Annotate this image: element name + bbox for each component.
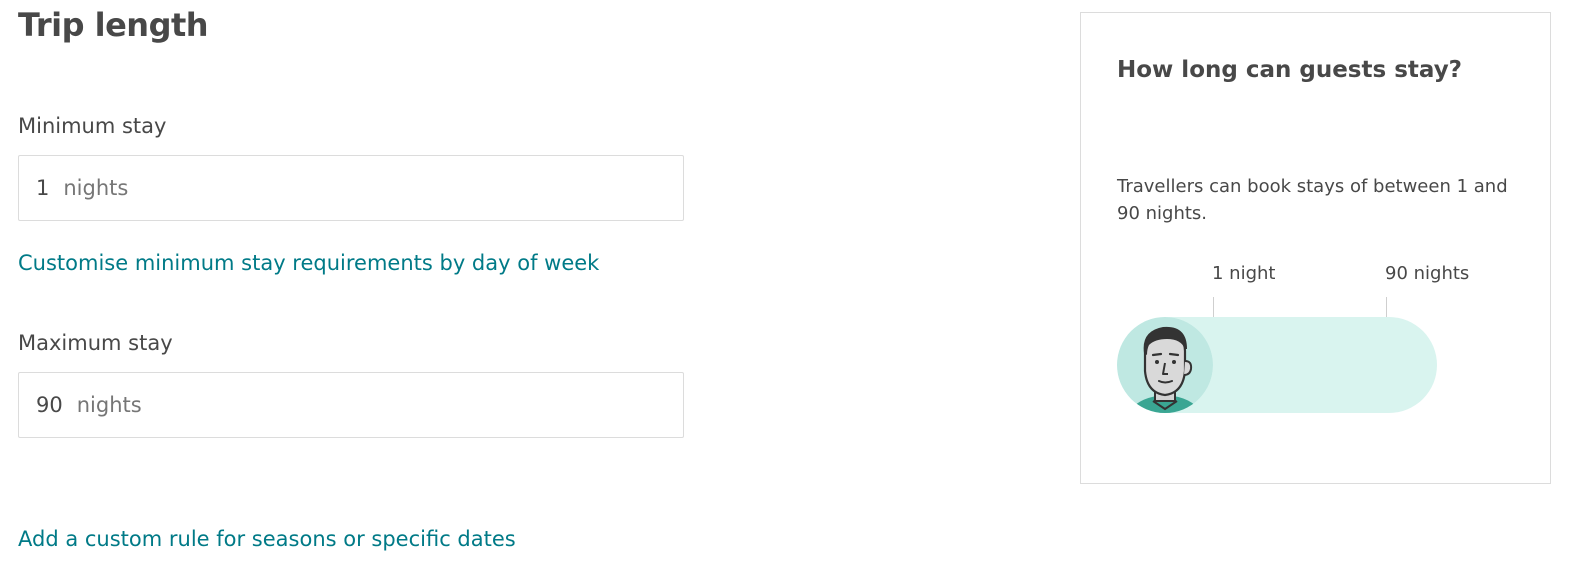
minimum-stay-label: Minimum stay [18, 114, 167, 138]
customise-minimum-stay-link[interactable]: Customise minimum stay requirements by d… [18, 251, 599, 275]
add-custom-rule-link[interactable]: Add a custom rule for seasons or specifi… [18, 527, 516, 551]
panel-description: Travellers can book stays of between 1 a… [1117, 176, 1508, 224]
range-max-label: 90 nights [1385, 263, 1470, 284]
maximum-stay-input[interactable]: 90 nights [18, 372, 684, 438]
maximum-stay-value[interactable]: 90 [36, 393, 63, 417]
range-min-label: 1 night [1212, 263, 1276, 284]
guest-avatar-icon [1117, 317, 1213, 413]
range-max-tick [1386, 297, 1387, 319]
maximum-stay-unit: nights [76, 393, 142, 417]
minimum-stay-unit: nights [63, 176, 129, 200]
minimum-stay-value[interactable]: 1 [36, 176, 49, 200]
panel-title: How long can guests stay? [1117, 57, 1463, 83]
trip-length-page: Trip length Minimum stay 1 nights Custom… [0, 0, 1582, 579]
range-min-tick [1213, 297, 1214, 319]
maximum-stay-label: Maximum stay [18, 331, 173, 355]
page-title: Trip length [18, 6, 209, 44]
trip-length-info-panel: How long can guests stay? Travellers can… [1080, 12, 1551, 484]
minimum-stay-input[interactable]: 1 nights [18, 155, 684, 221]
